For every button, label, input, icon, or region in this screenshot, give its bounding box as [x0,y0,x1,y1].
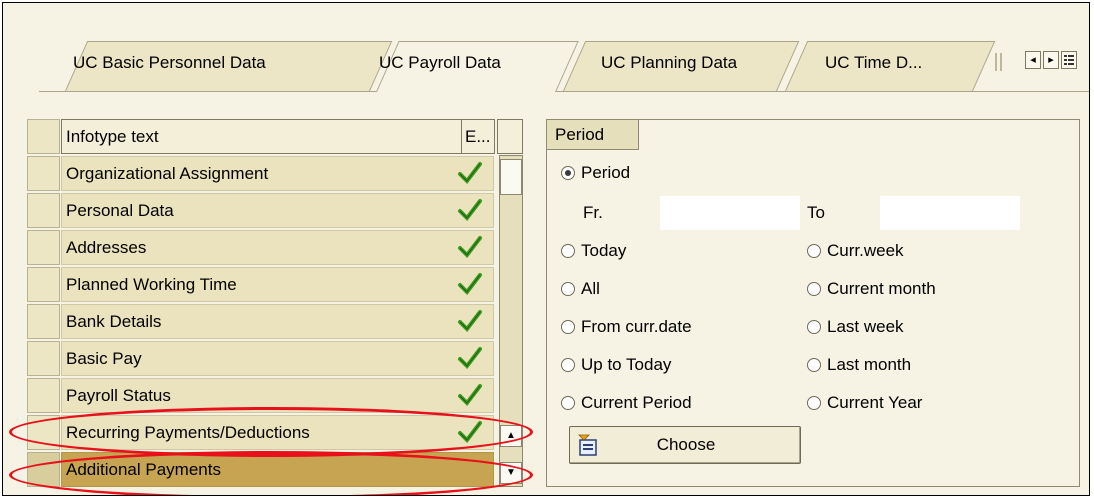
table-row[interactable]: Basic Pay [27,341,523,378]
radio-current-period-label: Current Period [581,393,692,412]
scroll-up-icon[interactable]: ▲ [500,425,522,447]
radio-on-icon [561,166,575,180]
radio-curr-week-label: Curr.week [827,241,904,260]
scrollbar-thumb[interactable] [500,159,522,195]
row-selector[interactable] [27,415,60,450]
radio-icon [561,358,575,372]
row-selector[interactable] [27,230,60,265]
radio-all[interactable]: All [561,276,600,302]
check-icon [458,236,482,259]
radio-current-year-label: Current Year [827,393,923,412]
row-selector[interactable] [27,267,60,302]
tab-uc-planning-data[interactable]: UC Planning Data [601,51,737,75]
tab-strip: UC Basic Personnel Data UC Payroll Data … [3,3,1089,93]
table-row[interactable]: Bank Details [27,304,523,341]
radio-period[interactable]: Period [561,160,630,186]
from-label: Fr. [583,203,603,222]
table-row-selected[interactable]: Additional Payments [27,452,523,489]
radio-all-label: All [581,279,600,298]
table-header: Infotype text E... [27,119,523,156]
check-icon [458,421,482,444]
row-text: Addresses [61,230,494,265]
choose-button-label: Choose [656,435,716,454]
check-icon [458,273,482,296]
tab-uc-basic-personnel-data[interactable]: UC Basic Personnel Data [73,51,266,75]
radio-up-to-today-label: Up to Today [581,355,672,374]
radio-icon [807,244,821,258]
check-icon [458,347,482,370]
row-text: Payroll Status [61,378,494,413]
tab-scroll-right-icon[interactable]: ▸ [1043,51,1059,69]
row-selector[interactable] [27,452,60,487]
table-row[interactable]: Planned Working Time [27,267,523,304]
row-text: Additional Payments [61,452,494,487]
tab-list-svg [1064,55,1074,65]
table-row[interactable]: Recurring Payments/Deductions [27,415,523,452]
radio-current-year[interactable]: Current Year [807,390,922,416]
check-icon [458,384,482,407]
tab-divider [1000,53,1002,71]
table-row[interactable]: Personal Data [27,193,523,230]
radio-today-label: Today [581,241,627,260]
period-group-title: Period [555,125,605,144]
tab-uc-payroll-data[interactable]: UC Payroll Data [379,51,501,75]
row-text: Planned Working Time [61,267,494,302]
header-e[interactable]: E... [461,119,495,154]
tab-divider [995,53,997,71]
radio-icon [807,396,821,410]
tab-baseline [39,91,1089,92]
radio-icon [561,282,575,296]
radio-up-to-today[interactable]: Up to Today [561,352,671,378]
radio-last-week[interactable]: Last week [807,314,904,340]
row-text: Basic Pay [61,341,494,376]
check-icon [458,199,482,222]
sap-screen: UC Basic Personnel Data UC Payroll Data … [2,2,1090,496]
choose-button[interactable]: Choose [569,426,801,464]
tab-uc-time-data[interactable]: UC Time D... [825,51,922,75]
tab-scroll-left-icon[interactable]: ◂ [1025,51,1041,69]
table-row[interactable]: Addresses [27,230,523,267]
row-selector[interactable] [27,304,60,339]
row-selector[interactable] [27,156,60,191]
row-text: Personal Data [61,193,494,228]
table-row[interactable]: Organizational Assignment [27,156,523,193]
radio-current-month-label: Current month [827,279,936,298]
radio-from-curr-date-label: From curr.date [581,317,692,336]
to-label: To [807,203,825,222]
radio-last-week-label: Last week [827,317,904,336]
radio-icon [807,320,821,334]
from-date-input[interactable] [660,196,800,230]
row-text: Bank Details [61,304,494,339]
radio-current-month[interactable]: Current month [807,276,936,302]
row-selector[interactable] [27,193,60,228]
select-all-cell[interactable] [27,119,60,154]
table-row[interactable]: Payroll Status [27,378,523,415]
check-icon [458,162,482,185]
radio-last-month-label: Last month [827,355,912,374]
radio-today[interactable]: Today [561,238,626,264]
row-text: Recurring Payments/Deductions [61,415,494,450]
radio-last-month[interactable]: Last month [807,352,911,378]
period-group: Period Period Fr. To Today All From curr… [546,119,1080,487]
row-text: Organizational Assignment [61,156,494,191]
radio-current-period[interactable]: Current Period [561,390,692,416]
to-date-input[interactable] [880,196,1020,230]
radio-from-curr-date[interactable]: From curr.date [561,314,692,340]
radio-icon [807,282,821,296]
check-icon [458,310,482,333]
radio-curr-week[interactable]: Curr.week [807,238,904,264]
radio-icon [561,320,575,334]
radio-period-label: Period [581,163,631,182]
row-selector[interactable] [27,378,60,413]
infotype-table: Infotype text E... Organizational Assign… [27,119,523,487]
header-infotype-text[interactable]: Infotype text [61,119,494,154]
radio-icon [807,358,821,372]
row-selector[interactable] [27,341,60,376]
radio-icon [561,244,575,258]
header-config-cell[interactable] [497,119,523,154]
scroll-down-icon[interactable]: ▼ [500,462,522,484]
tab-list-icon[interactable] [1061,51,1077,69]
radio-icon [561,396,575,410]
